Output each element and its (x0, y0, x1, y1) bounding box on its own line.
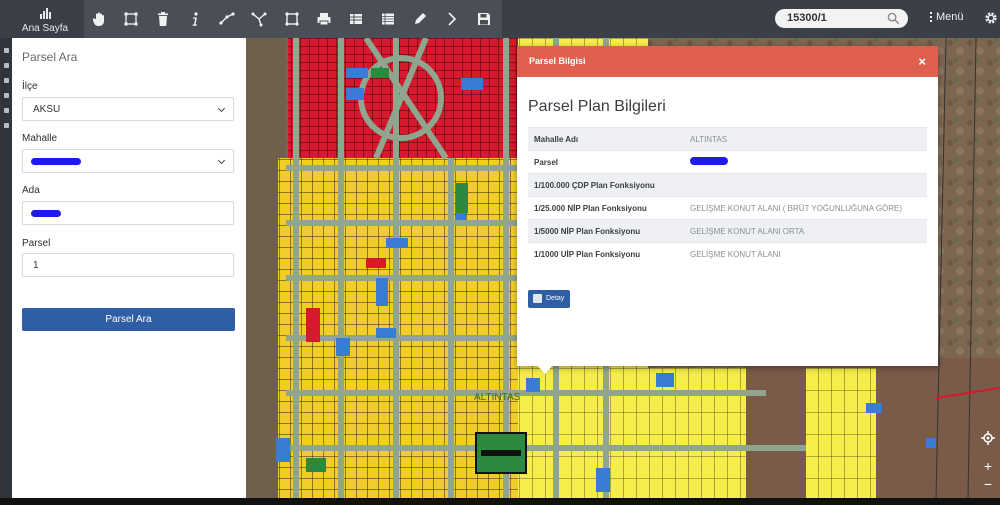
row-value: GELİŞME KONUT ALANI ORTA (684, 219, 927, 243)
hand-icon[interactable] (84, 0, 113, 38)
close-icon[interactable]: × (918, 46, 926, 77)
list-icon[interactable] (373, 0, 402, 38)
dialog-title: Parsel Plan Bilgileri (528, 98, 666, 115)
table-row: Mahalle Adı ALTINTAS (528, 127, 927, 151)
save-icon[interactable] (470, 0, 499, 38)
trash-icon[interactable] (148, 0, 177, 38)
row-value (684, 173, 927, 197)
row-value: ALTINTAS (684, 127, 927, 151)
search-box[interactable] (775, 9, 908, 28)
print-icon[interactable] (309, 0, 338, 38)
popup-pointer (538, 366, 552, 374)
top-toolbar: Ana Sayfa 15300/1 Menü (0, 0, 1000, 38)
detail-button[interactable]: Detay (528, 290, 570, 308)
table-row: Parsel (528, 150, 927, 174)
detail-button-label: Detay (546, 295, 565, 302)
info-icon[interactable] (180, 0, 209, 38)
district-select[interactable]: AKSU (22, 97, 234, 121)
menu-label: Menü (936, 11, 964, 23)
row-key: 1/5000 NİP Plan Fonksiyonu (528, 219, 684, 243)
neighborhood-select[interactable] (22, 149, 234, 173)
measure-angle-icon[interactable] (245, 0, 274, 38)
table-icon[interactable] (341, 0, 370, 38)
table-row: 1/25.000 NİP Plan Fonksiyonu GELİŞME KON… (528, 196, 927, 220)
parcel-input[interactable]: 1 (22, 253, 234, 277)
kebab-menu-icon (930, 12, 932, 22)
row-value: GELİŞME KONUT ALANI (684, 242, 927, 265)
table-row: 1/1000 UİP Plan Fonksiyonu GELİŞME KONUT… (528, 242, 927, 265)
parcel-info-dialog: Parsel Bilgisi × Parsel Plan Bilgileri M… (517, 46, 938, 374)
block-label: Ada (22, 185, 40, 196)
parcel-search-button[interactable]: Parsel Ara (22, 308, 235, 331)
row-value (684, 150, 927, 174)
table-row: 1/100.000 ÇDP Plan Fonksiyonu (528, 173, 927, 197)
locate-icon[interactable] (977, 428, 999, 448)
arrow-right-icon[interactable] (438, 0, 467, 38)
zoom-out-button[interactable]: − (977, 474, 999, 494)
district-label: İlçe (22, 81, 38, 92)
parcel-search-panel: Parsel Ara İlçe AKSU Mahalle Ada Parsel … (12, 38, 246, 498)
redacted-value (31, 158, 81, 165)
pencil-icon[interactable] (406, 0, 435, 38)
parcel-label: Parsel (22, 238, 51, 249)
select-extent-icon[interactable] (116, 0, 145, 38)
tool-group (84, 0, 502, 38)
parcel-plan-table: Mahalle Adı ALTINTAS Parsel 1/100.000 ÇD… (528, 127, 927, 265)
bar-chart-icon (18, 7, 72, 19)
row-value: GELİŞME KONUT ALANI ( BRÜT YOĞUNLUĞUNA G… (684, 196, 927, 220)
block-input[interactable] (22, 201, 234, 225)
map-neighborhood-label: ALTINTAS (474, 392, 521, 403)
search-icon[interactable] (887, 12, 900, 25)
home-button[interactable]: Ana Sayfa (18, 4, 72, 36)
measure-line-icon[interactable] (213, 0, 242, 38)
measure-area-icon[interactable] (277, 0, 306, 38)
zoom-in-button[interactable]: + (977, 456, 999, 476)
redacted-value (31, 210, 61, 217)
dialog-header: Parsel Bilgisi × (517, 46, 938, 77)
panel-title: Parsel Ara (22, 50, 78, 64)
taskbar (0, 498, 1000, 505)
search-input[interactable] (787, 12, 882, 24)
row-key: 1/1000 UİP Plan Fonksiyonu (528, 242, 684, 265)
neighborhood-label: Mahalle (22, 133, 58, 144)
redacted-value (690, 157, 728, 165)
row-key: 1/100.000 ÇDP Plan Fonksiyonu (528, 173, 684, 197)
row-key: Mahalle Adı (528, 127, 684, 151)
row-key: 1/25.000 NİP Plan Fonksiyonu (528, 196, 684, 220)
table-row: 1/5000 NİP Plan Fonksiyonu GELİŞME KONUT… (528, 219, 927, 243)
gear-icon[interactable] (984, 11, 998, 25)
edit-icon (533, 294, 542, 303)
menu-button[interactable]: Menü (930, 11, 964, 23)
dialog-header-title: Parsel Bilgisi (529, 56, 586, 66)
row-key: Parsel (528, 150, 684, 174)
left-collapse-strip[interactable] (0, 38, 12, 498)
home-label: Ana Sayfa (21, 23, 69, 34)
